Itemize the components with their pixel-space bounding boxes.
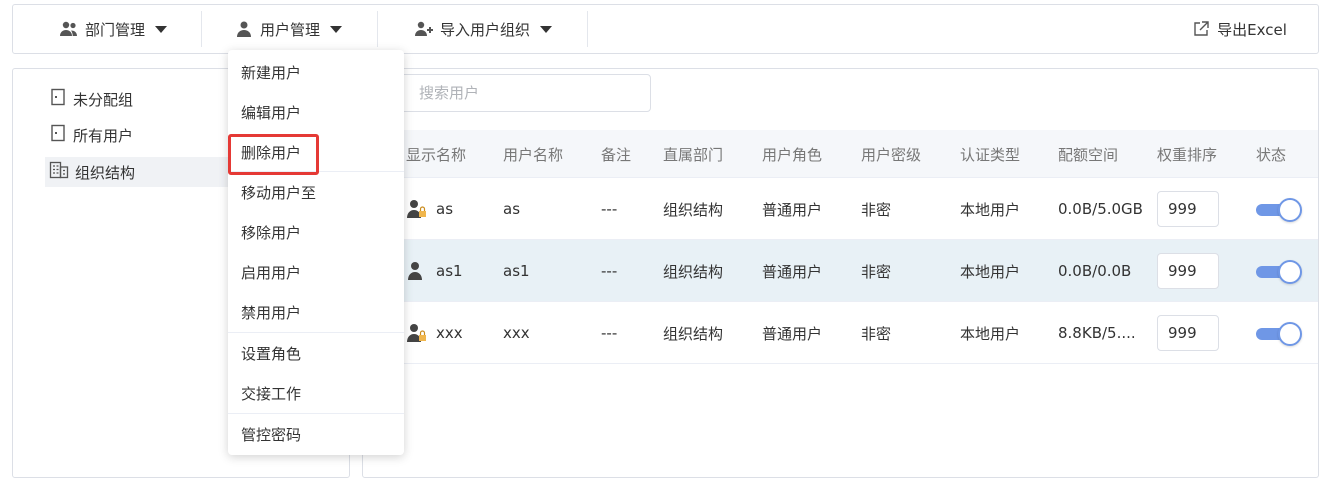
user-icon: [234, 20, 254, 38]
export-excel-label: 导出Excel: [1217, 20, 1287, 39]
status-toggle[interactable]: [1256, 198, 1302, 222]
level-cell: 非密: [861, 262, 892, 281]
import-users-label: 导入用户组织: [439, 20, 530, 39]
table-row[interactable]: as as --- 组织结构 普通用户 非密 本地用户 0.0B/5.0GB: [363, 178, 1318, 240]
display-name-cell: as: [406, 178, 453, 240]
export-excel-button[interactable]: 导出Excel: [1179, 5, 1299, 53]
role-cell: 普通用户: [762, 200, 823, 219]
column-header[interactable]: 状态: [1256, 130, 1286, 178]
tree-item-label: 未分配组: [73, 90, 134, 109]
status-toggle[interactable]: [1256, 322, 1302, 346]
note-cell: ---: [601, 200, 618, 218]
weight-cell: [1157, 178, 1219, 240]
dept-cell: 组织结构: [663, 324, 724, 343]
toolbar-divider: [377, 11, 378, 47]
menu-item-move-user[interactable]: 移动用户至: [228, 172, 404, 212]
menu-item-delete-user[interactable]: 删除用户: [228, 132, 404, 172]
tree-item-label: 组织结构: [75, 163, 136, 182]
menu-item-edit-user[interactable]: 编辑用户: [228, 92, 404, 132]
status-cell: [1256, 240, 1302, 302]
group-icon: [59, 20, 79, 38]
status-cell: [1256, 178, 1302, 240]
column-header[interactable]: 用户角色: [762, 130, 822, 178]
building-icon: [49, 161, 69, 183]
username-cell: as1: [503, 262, 530, 280]
dept-management-label: 部门管理: [84, 20, 145, 39]
user-management-label: 用户管理: [259, 20, 320, 39]
column-header[interactable]: 备注: [601, 130, 631, 178]
quota-cell: 0.0B/5.0GB: [1058, 200, 1143, 218]
auth-cell: 本地用户: [960, 200, 1021, 219]
weight-input[interactable]: [1157, 253, 1219, 289]
tree-item-label: 所有用户: [73, 126, 134, 145]
user-management-button[interactable]: 用户管理: [223, 5, 353, 53]
column-header[interactable]: 显示名称: [406, 130, 466, 178]
note-cell: ---: [601, 262, 618, 280]
dept-management-button[interactable]: 部门管理: [53, 5, 173, 53]
auth-cell: 本地用户: [960, 324, 1021, 343]
table-row[interactable]: as1 as1 --- 组织结构 普通用户 非密 本地用户 0.0B/0.0B: [363, 240, 1318, 302]
menu-item-disable-user[interactable]: 禁用用户: [228, 292, 404, 332]
menu-item-enable-user[interactable]: 启用用户: [228, 252, 404, 292]
column-header[interactable]: 认证类型: [960, 130, 1020, 178]
door-icon: [49, 88, 67, 110]
quota-cell: 0.0B/0.0B: [1058, 262, 1132, 280]
column-header[interactable]: 配额空间: [1058, 130, 1118, 178]
level-cell: 非密: [861, 324, 892, 343]
display-name-cell: as1: [406, 240, 463, 302]
caret-down-icon: [155, 25, 167, 33]
toolbar-divider: [587, 11, 588, 47]
caret-down-icon: [330, 25, 342, 33]
column-header[interactable]: 用户名称: [503, 130, 563, 178]
quota-cell: 8.8KB/5....: [1058, 324, 1136, 342]
table-header: 显示名称 用户名称 备注 直属部门 用户角色 用户密级 认证类型 配额空间 权重…: [363, 130, 1318, 178]
weight-cell: [1157, 302, 1219, 364]
weight-input[interactable]: [1157, 315, 1219, 351]
door-icon: [49, 124, 67, 146]
role-cell: 普通用户: [762, 262, 823, 281]
import-users-button[interactable]: 导入用户组织: [403, 5, 563, 53]
user-import-icon: [414, 20, 434, 38]
caret-down-icon: [540, 25, 552, 33]
weight-input[interactable]: [1157, 191, 1219, 227]
username-cell: as: [503, 200, 521, 218]
status-cell: [1256, 302, 1302, 364]
column-header[interactable]: 权重排序: [1157, 130, 1217, 178]
auth-cell: 本地用户: [960, 262, 1021, 281]
note-cell: ---: [601, 324, 618, 342]
column-header[interactable]: 用户密级: [861, 130, 921, 178]
column-header[interactable]: 直属部门: [663, 130, 723, 178]
dept-cell: 组织结构: [663, 200, 724, 219]
user-management-menu: 新建用户 编辑用户 删除用户 移动用户至 移除用户 启用用户 禁用用户 设置角色…: [228, 50, 404, 455]
menu-item-handover-work[interactable]: 交接工作: [228, 373, 404, 413]
role-cell: 普通用户: [762, 324, 823, 343]
user-lock-icon: [406, 323, 428, 343]
export-icon: [1191, 20, 1211, 38]
menu-item-control-password[interactable]: 管控密码: [228, 414, 404, 454]
username-cell: xxx: [503, 324, 530, 342]
user-lock-icon: [406, 199, 428, 219]
user-icon: [406, 261, 428, 281]
search-input[interactable]: [386, 74, 651, 112]
display-name-cell: xxx: [406, 302, 463, 364]
table-row[interactable]: xxx xxx --- 组织结构 普通用户 非密 本地用户 8.8KB/5...…: [363, 302, 1318, 364]
menu-item-remove-user[interactable]: 移除用户: [228, 212, 404, 252]
menu-item-new-user[interactable]: 新建用户: [228, 52, 404, 92]
dept-cell: 组织结构: [663, 262, 724, 281]
menu-item-set-role[interactable]: 设置角色: [228, 333, 404, 373]
level-cell: 非密: [861, 200, 892, 219]
toolbar-divider: [201, 11, 202, 47]
status-toggle[interactable]: [1256, 260, 1302, 284]
toolbar: 部门管理 用户管理 导入用户组织 导出Excel: [12, 4, 1319, 54]
weight-cell: [1157, 240, 1219, 302]
